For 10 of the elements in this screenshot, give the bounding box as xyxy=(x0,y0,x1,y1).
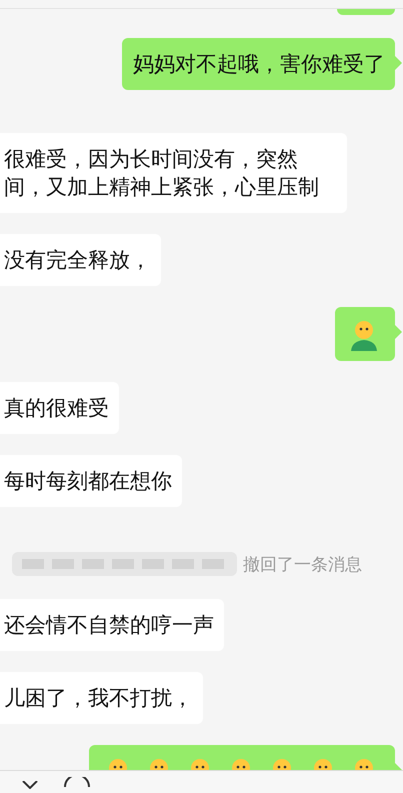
message-bubble: 还会情不自禁的哼一声 xyxy=(0,599,224,651)
message-bubble: 儿困了，我不打扰， xyxy=(0,672,203,724)
chevron-icon[interactable] xyxy=(22,781,38,789)
recall-notice: 撤回了一条消息 xyxy=(243,554,362,576)
message-bubble: 每时每刻都在想你 xyxy=(0,455,182,507)
message-bubble: 很难受，因为长时间没有，突然间，又加上精神上紧张，心里压制 xyxy=(0,133,347,213)
message-bubble: 真的很难受 xyxy=(0,382,119,434)
bubble-tail-icon xyxy=(395,56,402,70)
message-bubble: 没有完全释放， xyxy=(0,234,161,286)
blurred-name-icon xyxy=(12,550,237,578)
